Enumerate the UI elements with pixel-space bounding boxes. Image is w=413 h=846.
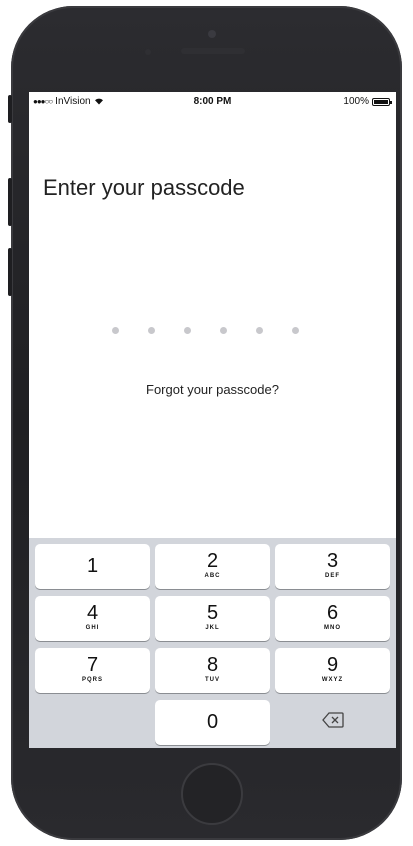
- passcode-dot: [292, 327, 299, 334]
- key-letters: JKL: [205, 625, 220, 631]
- phone-screen: ●●●○○ InVision 8:00 PM 100% Enter your p…: [29, 92, 396, 748]
- earpiece-speaker: [181, 48, 245, 54]
- passcode-dot: [256, 327, 263, 334]
- key-8-button[interactable]: 8 TUV: [155, 648, 270, 693]
- key-digit: 9: [326, 654, 339, 676]
- mute-switch: [8, 95, 12, 123]
- status-right: 100%: [343, 96, 392, 107]
- key-7-button[interactable]: 7 PQRS: [35, 648, 150, 693]
- proximity-sensor: [145, 49, 151, 55]
- key-letters: MNO: [324, 625, 341, 631]
- key-letters: ABC: [204, 573, 221, 579]
- forgot-passcode-link[interactable]: Forgot your passcode?: [29, 382, 396, 397]
- key-letters: GHI: [85, 625, 100, 631]
- key-digit: 1: [86, 555, 99, 577]
- key-letters: PQRS: [81, 677, 103, 683]
- key-digit: 5: [206, 602, 219, 624]
- volume-down-button: [8, 248, 12, 296]
- key-letters: WXYZ: [321, 677, 344, 683]
- key-digit: 4: [86, 602, 99, 624]
- key-digit: 2: [206, 550, 219, 572]
- numeric-keypad: 1 2 ABC 3 DEF 4 GHI 5 JKL 6 MNO 7 PQRS 8 TUV 9 WXYZ 0: [29, 538, 396, 748]
- key-letters: DEF: [325, 573, 340, 579]
- key-digit: 3: [326, 550, 339, 572]
- passcode-dot: [184, 327, 191, 334]
- key-6-button[interactable]: 6 MNO: [275, 596, 390, 641]
- key-9-button[interactable]: 9 WXYZ: [275, 648, 390, 693]
- passcode-dot: [148, 327, 155, 334]
- key-3-button[interactable]: 3 DEF: [275, 544, 390, 589]
- key-2-button[interactable]: 2 ABC: [155, 544, 270, 589]
- key-digit: 6: [326, 602, 339, 624]
- passcode-dot: [220, 327, 227, 334]
- battery-percent: 100%: [343, 96, 369, 107]
- status-time: 8:00 PM: [193, 96, 232, 107]
- battery-icon: [372, 97, 392, 106]
- delete-button[interactable]: [275, 700, 390, 745]
- passcode-dots: [112, 327, 299, 334]
- front-camera: [208, 30, 216, 38]
- key-1-button[interactable]: 1: [35, 544, 150, 589]
- home-button[interactable]: [181, 763, 243, 825]
- key-digit: 0: [206, 711, 219, 733]
- passcode-dot: [112, 327, 119, 334]
- key-5-button[interactable]: 5 JKL: [155, 596, 270, 641]
- key-0-button[interactable]: 0: [155, 700, 270, 745]
- key-4-button[interactable]: 4 GHI: [35, 596, 150, 641]
- backspace-icon: [321, 712, 344, 733]
- key-letters: TUV: [205, 677, 220, 683]
- key-digit: 7: [86, 654, 99, 676]
- status-bar: ●●●○○ InVision 8:00 PM 100%: [29, 92, 396, 112]
- volume-up-button: [8, 178, 12, 226]
- key-digit: 8: [206, 654, 219, 676]
- page-title: Enter your passcode: [43, 175, 245, 200]
